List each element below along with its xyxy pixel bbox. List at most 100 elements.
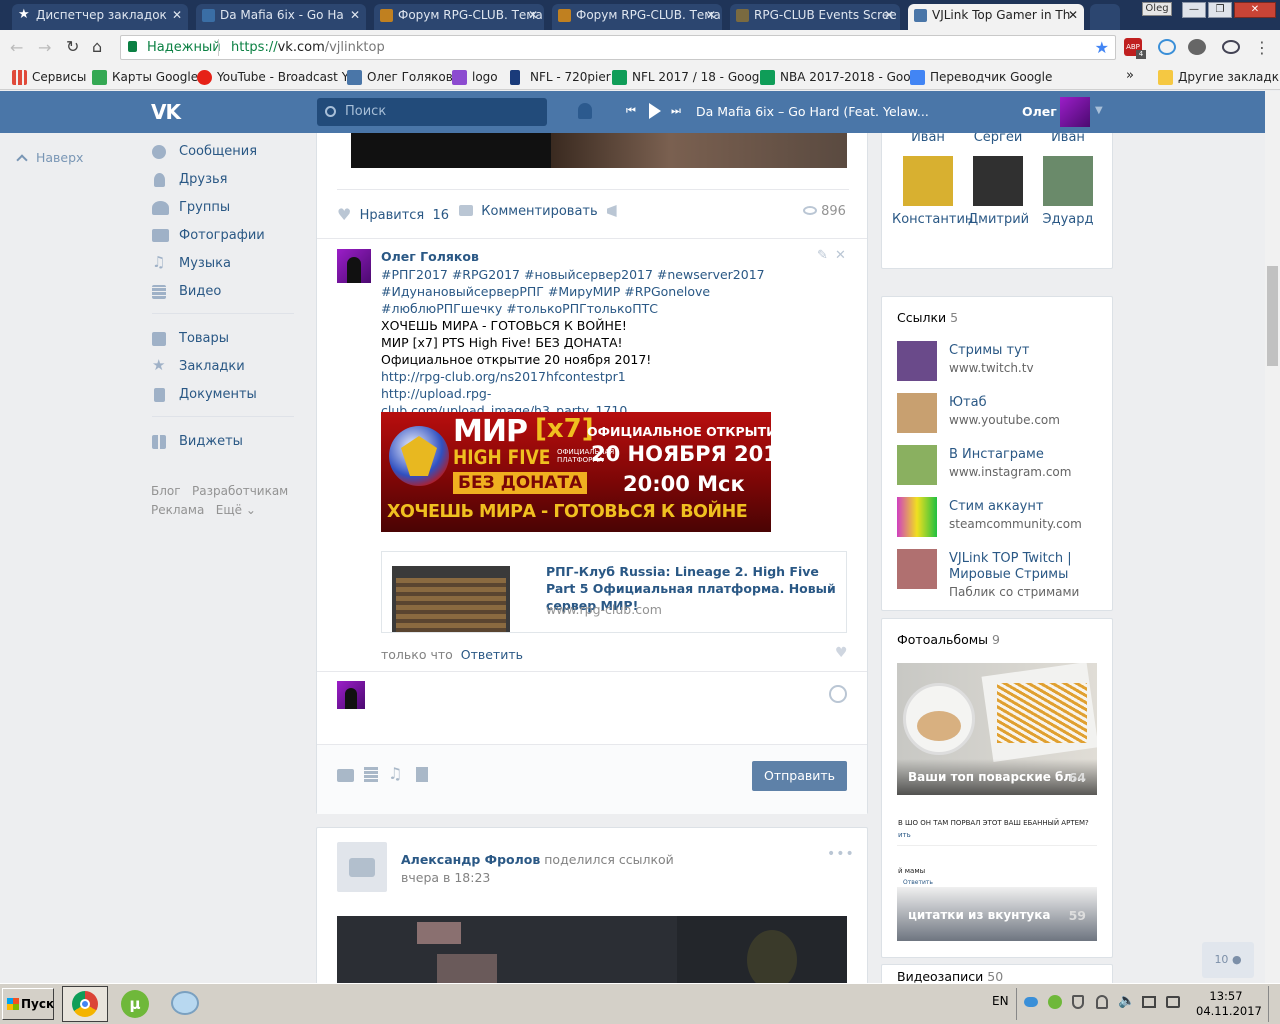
nav-documents[interactable]: Документы <box>150 384 257 406</box>
bookmark-item[interactable]: Переводчик Google <box>910 69 1052 86</box>
reload-icon[interactable]: ↻ <box>66 37 79 56</box>
reply-link[interactable]: Ответить <box>461 647 523 662</box>
nav-market[interactable]: Товары <box>150 328 229 350</box>
bookmark-star-icon[interactable]: ★ <box>1095 38 1109 57</box>
bell-icon[interactable] <box>578 103 592 119</box>
bookmark-item[interactable]: NFL - 720pier <box>510 69 611 86</box>
document-icon[interactable] <box>416 767 428 782</box>
nav-widgets[interactable]: Виджеты <box>150 431 243 453</box>
block-header[interactable]: Ссылки 5 <box>897 310 958 325</box>
send-button[interactable]: Отправить <box>752 761 847 791</box>
language-indicator[interactable]: EN <box>992 994 1009 1008</box>
search-input[interactable]: Поиск <box>317 98 547 126</box>
album-cover[interactable]: В ШО ОН ТАМ ПОРВАЛ ЭТОТ ВАШ ЕБАННЫЙ АРТЕ… <box>897 803 1097 941</box>
footer-link-developers[interactable]: Разработчикам <box>192 484 288 498</box>
prev-track-icon[interactable]: ⏮ <box>626 104 636 118</box>
nav-video[interactable]: Видео <box>150 281 221 303</box>
megaphone-icon[interactable] <box>607 205 617 217</box>
bookmark-item[interactable]: Карты Google <box>92 69 198 86</box>
post-video-preview[interactable] <box>337 916 847 983</box>
video-icon[interactable] <box>364 767 378 782</box>
post-time[interactable]: вчера в 18:23 <box>401 870 490 885</box>
heart-icon[interactable]: ♥ <box>835 645 848 661</box>
vk-logo[interactable]: VK <box>151 100 181 124</box>
edit-icon[interactable]: ✎ <box>817 248 828 263</box>
bookmark-item[interactable]: Олег Голяков <box>347 69 453 86</box>
bookmarks-overflow-icon[interactable]: » <box>1126 68 1134 83</box>
close-icon[interactable]: ✕ <box>350 4 360 26</box>
post-hashtags[interactable]: #РПГ2017 #RPG2017 #новыйсервер2017 #news… <box>381 266 821 317</box>
extension-icon[interactable] <box>1158 39 1176 55</box>
nav-bookmarks[interactable]: ★ Закладки <box>150 356 245 378</box>
user-avatar[interactable] <box>1060 97 1090 127</box>
nav-groups[interactable]: Группы <box>150 197 230 219</box>
address-bar[interactable]: Надежный https://vk.com/vjlinktop ★ <box>120 35 1116 60</box>
friend-item[interactable]: Дмитрий <box>968 156 1029 227</box>
footer-link-more[interactable]: Ещё <box>216 503 242 517</box>
extension-gear-icon[interactable] <box>1188 39 1206 55</box>
browser-tab-active[interactable]: VJLink Top Gamer in Th ✕ <box>908 4 1084 30</box>
close-window-button[interactable]: ✕ <box>1234 2 1276 18</box>
menu-icon[interactable]: ⋮ <box>1254 38 1270 57</box>
like-button[interactable]: ♥ Нравится 16 <box>337 204 449 224</box>
music-icon[interactable]: ♫ <box>388 764 402 783</box>
friend-item[interactable]: Константин <box>892 156 973 227</box>
nav-friends[interactable]: Друзья <box>150 169 228 191</box>
footer-link-blog[interactable]: Блог <box>151 484 181 498</box>
maximize-button[interactable]: ❐ <box>1208 2 1232 18</box>
close-icon[interactable]: ✕ <box>706 4 716 26</box>
post-author[interactable]: Олег Голяков <box>381 249 479 264</box>
block-header[interactable]: Видеозаписи 50 <box>897 969 1003 983</box>
browser-tab[interactable]: ★ Диспетчер закладок ✕ <box>12 4 188 30</box>
avatar-placeholder[interactable] <box>337 842 387 892</box>
post-author[interactable]: Александр Фролов <box>401 852 540 867</box>
volume-icon[interactable]: 🔈 <box>1118 993 1135 1009</box>
other-bookmarks-folder[interactable]: Другие закладки <box>1158 69 1280 86</box>
forward-icon[interactable]: → <box>38 38 51 57</box>
new-tab-button[interactable] <box>1090 4 1120 30</box>
user-name[interactable]: Олег <box>1022 104 1057 119</box>
close-icon[interactable]: ✕ <box>835 248 846 263</box>
promo-banner[interactable]: МИР [x7] ОФИЦИАЛЬНОЕ ОТКРЫТИЕ HIGH FIVE … <box>381 412 771 532</box>
comment-button[interactable]: Комментировать <box>459 204 598 224</box>
chevron-down-icon[interactable]: ▼ <box>1095 105 1103 116</box>
bookmark-item[interactable]: YouTube - Broadcast Y <box>197 69 349 86</box>
footer-link-ads[interactable]: Реклама <box>151 503 204 517</box>
lock-icon[interactable] <box>1096 995 1108 1009</box>
nav-photos[interactable]: Фотографии <box>150 225 265 247</box>
more-icon[interactable]: ••• <box>827 846 855 862</box>
notifications-icon[interactable] <box>1166 996 1180 1008</box>
nav-music[interactable]: ♫ Музыка <box>150 253 231 275</box>
browser-tab[interactable]: Форум RPG-CLUB. Тема ✕ <box>374 4 544 30</box>
scroll-up-button[interactable]: Наверх <box>16 150 83 166</box>
link-snippet[interactable]: РПГ-Клуб Russia: Lineage 2. High Five Pa… <box>381 551 847 633</box>
player-track-title[interactable]: Da Mafia 6ix – Go Hard (Feat. Yelaw... <box>696 104 929 119</box>
bookmark-item[interactable]: Сервисы <box>12 69 86 86</box>
scrollbar-thumb[interactable] <box>1267 266 1278 366</box>
utorrent-tray-icon[interactable] <box>1048 995 1062 1009</box>
bookmark-item[interactable]: logo <box>452 69 498 86</box>
shield-icon[interactable] <box>1072 995 1084 1009</box>
browser-tab[interactable]: RPG-CLUB Events Scree ✕ <box>730 4 900 30</box>
close-icon[interactable]: ✕ <box>528 4 538 26</box>
avatar[interactable] <box>337 249 371 283</box>
post-time[interactable]: только что <box>381 647 453 662</box>
taskbar-chrome[interactable] <box>62 986 108 1022</box>
back-icon[interactable]: ← <box>10 38 23 57</box>
start-button[interactable]: Пуск <box>2 988 54 1020</box>
extension-eye-icon[interactable] <box>1222 40 1240 54</box>
camera-icon[interactable] <box>337 769 354 782</box>
nav-messages[interactable]: Сообщения <box>150 141 257 163</box>
close-icon[interactable]: ✕ <box>1068 4 1078 26</box>
album-cover[interactable]: Ваши топ поварские бл... 64 <box>897 663 1097 795</box>
block-header[interactable]: Фотоальбомы 9 <box>897 632 1000 647</box>
close-icon[interactable]: ✕ <box>172 4 182 26</box>
browser-tab[interactable]: Форум RPG-CLUB. Тема ✕ <box>552 4 722 30</box>
comment-input[interactable] <box>373 681 823 731</box>
bookmark-item[interactable]: NBA 2017-2018 - Goog <box>760 69 918 86</box>
bookmark-item[interactable]: NFL 2017 / 18 - Google <box>612 69 770 86</box>
close-icon[interactable]: ✕ <box>884 4 894 26</box>
taskbar-paint[interactable] <box>162 986 208 1022</box>
taskbar-utorrent[interactable]: µ <box>112 986 158 1022</box>
scrollbar[interactable] <box>1265 91 1280 983</box>
